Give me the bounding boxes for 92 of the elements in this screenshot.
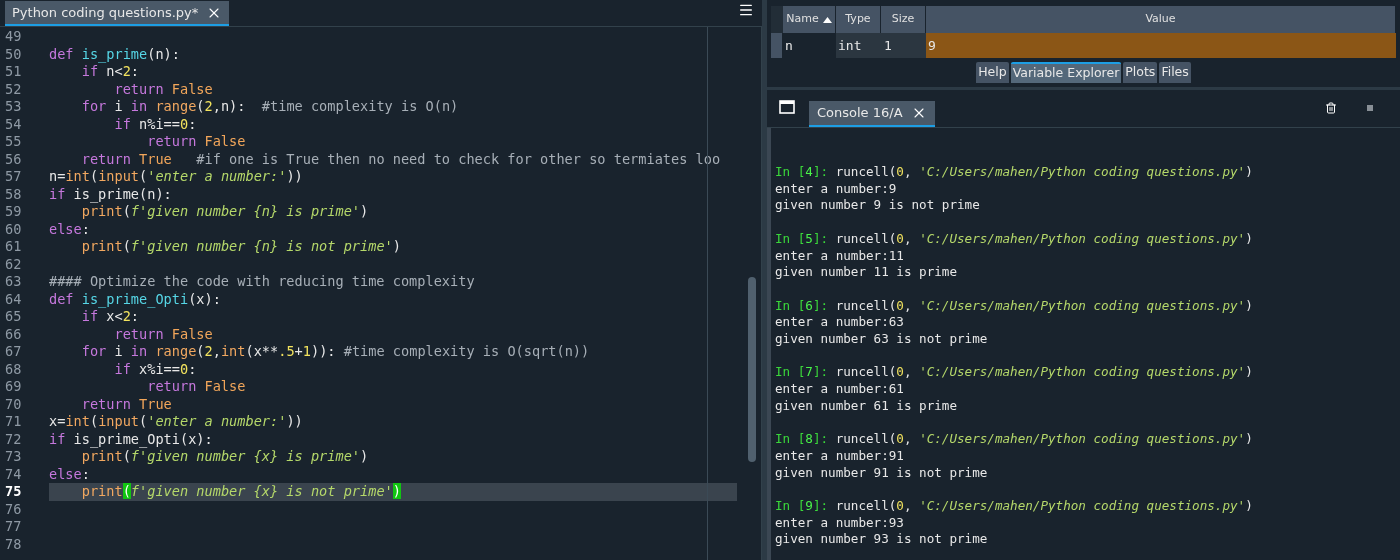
console-output-line: given number 61 is prime bbox=[775, 397, 957, 415]
line-number: 75 bbox=[5, 483, 22, 501]
pane-tab[interactable]: Help bbox=[976, 62, 1009, 83]
code-line: for i in range(2,n): #time complexity is O(n) bbox=[80, 98, 459, 116]
code-line: return False bbox=[113, 80, 213, 98]
console-input-line: In [4]: runcell(0, 'C:/Users/mahen/Python coding questions.py') bbox=[775, 164, 1253, 181]
line-number: 68 bbox=[5, 360, 22, 378]
console-input-line: In [6]: runcell(0, 'C:/Users/mahen/Python coding questions.py') bbox=[775, 297, 1253, 315]
line-number: 61 bbox=[5, 238, 22, 256]
code-line: return False bbox=[146, 378, 246, 396]
line-number: 52 bbox=[5, 80, 22, 98]
column-header[interactable]: Value bbox=[926, 6, 1396, 33]
code-line: def is_prime(n): bbox=[49, 45, 180, 63]
code-line: def is_prime_Opti(x): bbox=[49, 290, 221, 308]
line-number: 66 bbox=[5, 325, 22, 343]
console-input-line: In [5]: runcell(0, 'C:/Users/mahen/Python coding questions.py') bbox=[775, 230, 1253, 248]
code-line: if is_prime_Opti(x): bbox=[49, 430, 213, 448]
scrollbar[interactable] bbox=[748, 277, 756, 462]
line-number: 69 bbox=[5, 378, 22, 396]
code-line: return False bbox=[113, 325, 213, 343]
line-number: 59 bbox=[5, 203, 22, 221]
editor-tab[interactable]: Python coding questions.py* bbox=[5, 1, 230, 26]
code-line: x=int(input('enter a number:')) bbox=[49, 413, 303, 431]
line-number: 78 bbox=[5, 535, 22, 553]
console-output-line: given number 63 is not prime bbox=[775, 331, 988, 348]
console-input-line: In [9]: runcell(0, 'C:/Users/mahen/Python coding questions.py') bbox=[775, 498, 1253, 515]
line-number: 73 bbox=[5, 448, 22, 466]
console-output-line: given number 11 is prime bbox=[775, 264, 957, 281]
line-number: 74 bbox=[5, 465, 22, 483]
window-icon[interactable] bbox=[779, 100, 795, 114]
line-number: 56 bbox=[5, 150, 22, 168]
code-line: #### Optimize the code with reducing time complexity bbox=[49, 273, 475, 291]
line-number: 51 bbox=[5, 63, 22, 81]
line-number: 62 bbox=[5, 255, 22, 273]
code-line: if n<2: bbox=[80, 63, 140, 81]
code-line: for i in range(2,int(x**.5+1)): #time complexity is O(sqrt(n)) bbox=[80, 343, 590, 361]
code-line: print(f'given number {n} is prime') bbox=[80, 203, 369, 221]
console-output-line: enter a number:93 bbox=[775, 514, 904, 532]
line-number: 72 bbox=[5, 430, 22, 448]
code-line: else: bbox=[49, 465, 90, 483]
console-output-line: given number 9 is not prime bbox=[775, 197, 980, 215]
console-tab[interactable]: Console 16/A bbox=[809, 101, 935, 127]
code-line: return True #if one is True then no need to check for other so termiates loo bbox=[80, 150, 721, 168]
line-number: 54 bbox=[5, 115, 22, 133]
console-output-line: given number 91 is not prime bbox=[775, 464, 988, 482]
code-line: n=int(input('enter a number:')) bbox=[49, 168, 303, 186]
pane-tab[interactable]: Variable Explorer bbox=[1010, 62, 1122, 83]
value-cell: 9 bbox=[926, 33, 1396, 58]
code-line: if is_prime(n): bbox=[49, 185, 172, 203]
line-number: 77 bbox=[5, 518, 22, 536]
console-output-line: enter a number:61 bbox=[775, 381, 904, 398]
console-input-line: In [8]: runcell(0, 'C:/Users/mahen/Python coding questions.py') bbox=[775, 431, 1253, 448]
line-number: 70 bbox=[5, 395, 22, 413]
column-header[interactable]: Name bbox=[783, 6, 836, 33]
line-number: 64 bbox=[5, 290, 22, 308]
pane-tab[interactable]: Files bbox=[1159, 62, 1191, 83]
column-header[interactable]: Type bbox=[836, 6, 881, 33]
console-output-line: enter a number:11 bbox=[775, 247, 904, 265]
code-line: return False bbox=[146, 133, 246, 151]
console-output-line: enter a number:63 bbox=[775, 314, 904, 331]
line-number: 65 bbox=[5, 308, 22, 326]
code-line: if n%i==0: bbox=[113, 115, 197, 133]
line-number: 55 bbox=[5, 133, 22, 151]
trash-icon[interactable] bbox=[1325, 102, 1337, 114]
code-line: print(f'given number {x} is prime') bbox=[80, 448, 369, 466]
code-line: print(f'given number {x} is not prime') bbox=[80, 483, 401, 501]
line-number: 49 bbox=[5, 28, 22, 46]
console-output-line: enter a number:91 bbox=[775, 447, 904, 465]
menu-icon[interactable] bbox=[738, 2, 754, 18]
console-output-line: given number 93 is not prime bbox=[775, 531, 988, 549]
corner-header bbox=[771, 6, 783, 33]
table-cell: int bbox=[836, 33, 881, 58]
code-line: return True bbox=[80, 395, 172, 413]
column-header[interactable]: Size bbox=[881, 6, 926, 33]
line-number: 63 bbox=[5, 273, 22, 291]
line-number: 67 bbox=[5, 343, 22, 361]
line-number: 50 bbox=[5, 45, 22, 63]
code-line: if x%i==0: bbox=[113, 360, 197, 378]
table-cell: 1 bbox=[881, 33, 926, 58]
code-line: if x<2: bbox=[80, 308, 140, 326]
console-output-line: enter a number:9 bbox=[775, 180, 897, 198]
line-number: 60 bbox=[5, 220, 22, 238]
line-number: 53 bbox=[5, 98, 22, 116]
code-line: print(f'given number {n} is not prime') bbox=[80, 238, 401, 256]
line-number: 58 bbox=[5, 185, 22, 203]
code-line: else: bbox=[49, 220, 90, 238]
line-number: 71 bbox=[5, 413, 22, 431]
console-input-line: In [7]: runcell(0, 'C:/Users/mahen/Python coding questions.py') bbox=[775, 364, 1253, 382]
line-number: 57 bbox=[5, 168, 22, 186]
line-number: 76 bbox=[5, 500, 22, 518]
sort-ascending-icon bbox=[822, 16, 832, 23]
pane-tab[interactable]: Plots bbox=[1123, 62, 1158, 83]
